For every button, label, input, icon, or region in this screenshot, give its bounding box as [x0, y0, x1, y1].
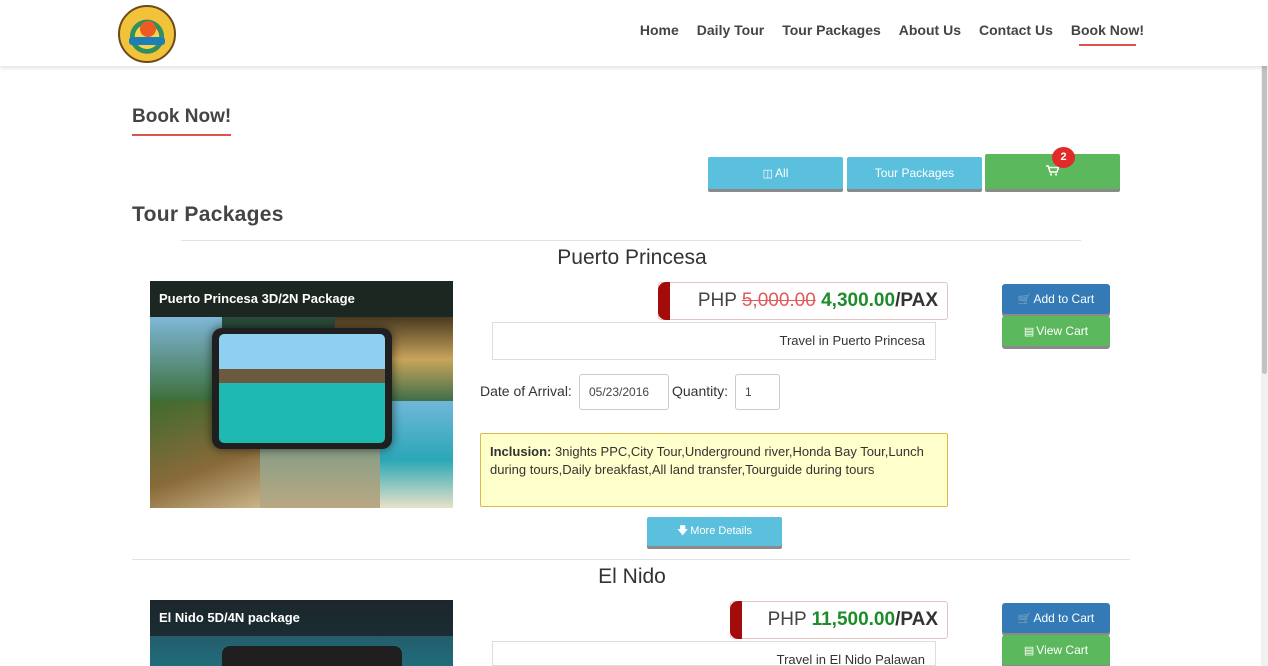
bar-chart-icon: ▤ — [1023, 645, 1035, 657]
quantity-label: Quantity: — [672, 383, 729, 399]
nav-daily-tour[interactable]: Daily Tour — [697, 22, 764, 44]
cart-icon: 🛒 — [1017, 294, 1032, 306]
top-navbar: Home Daily Tour Tour Packages About Us C… — [0, 0, 1268, 66]
arrow-down-icon: 🡇 — [676, 525, 689, 537]
price-unit: /PAX — [895, 290, 938, 311]
package-photo[interactable]: El Nido 5D/4N package — [150, 600, 453, 666]
nav-about-us[interactable]: About Us — [899, 22, 961, 44]
section-title: Tour Packages — [132, 203, 284, 226]
page-title: Book Now! — [132, 106, 232, 136]
inclusion-text: 3nights PPC,City Tour,Underground river,… — [490, 444, 924, 477]
view-cart-label: View Cart — [1036, 324, 1089, 338]
price-currency: PHP — [767, 609, 807, 630]
filter-tour-packages-button[interactable]: Tour Packages — [847, 157, 982, 189]
add-to-cart-button[interactable]: 🛒 Add to Cart — [1002, 603, 1110, 633]
price-text: PHP 11,500.00/PAX — [768, 609, 938, 631]
bar-chart-icon: ▤ — [1023, 326, 1035, 338]
inclusion-label: Inclusion: — [490, 444, 552, 459]
logo-sea-shape — [129, 37, 165, 45]
travel-location: Travel in Puerto Princesa — [492, 322, 936, 360]
add-to-cart-label: Add to Cart — [1033, 292, 1095, 306]
columns-icon: ◫ — [762, 168, 774, 180]
cart-icon: 🛒 — [1017, 613, 1032, 625]
more-details-label: More Details — [690, 525, 753, 537]
nav-home[interactable]: Home — [640, 22, 679, 44]
price-discounted: 11,500.00 — [811, 609, 896, 630]
package-photo[interactable]: Puerto Princesa 3D/2N Package — [150, 281, 453, 508]
cart-count-badge: 2 — [1052, 147, 1075, 168]
nav-book-now[interactable]: Book Now! — [1071, 22, 1144, 46]
date-of-arrival-label: Date of Arrival: — [480, 383, 572, 399]
price-box: PHP 5,000.00 4,300.00/PAX — [658, 282, 948, 320]
travel-location: Travel in El Nido Palawan — [492, 641, 936, 666]
package-photo-label: El Nido 5D/4N package — [150, 600, 453, 636]
package-place-title: El Nido — [598, 565, 666, 588]
price-currency: PHP — [697, 290, 737, 311]
price-original: 5,000.00 — [741, 290, 816, 311]
site-logo[interactable] — [118, 5, 176, 63]
package-place-title: Puerto Princesa — [557, 246, 707, 269]
vertical-scrollbar[interactable] — [1261, 0, 1268, 666]
filter-all-button[interactable]: ◫ All — [708, 157, 843, 189]
inclusion-box: Inclusion: 3nights PPC,City Tour,Undergr… — [480, 433, 948, 507]
price-tab — [730, 601, 742, 639]
add-to-cart-button[interactable]: 🛒 Add to Cart — [1002, 284, 1110, 314]
logo-sun-shape — [140, 21, 156, 37]
view-cart-label: View Cart — [1036, 643, 1089, 657]
date-of-arrival-input[interactable] — [579, 374, 669, 410]
section-divider — [181, 240, 1081, 241]
add-to-cart-label: Add to Cart — [1033, 611, 1095, 625]
main-nav: Home Daily Tour Tour Packages About Us C… — [640, 22, 1144, 46]
package-divider — [132, 559, 1130, 560]
filter-tour-packages-label: Tour Packages — [874, 166, 955, 180]
view-cart-button[interactable]: ▤ View Cart — [1002, 316, 1110, 346]
nav-tour-packages[interactable]: Tour Packages — [782, 22, 881, 44]
photo-center-frame — [222, 646, 402, 666]
scrollbar-thumb[interactable] — [1262, 24, 1267, 374]
quantity-input[interactable] — [735, 374, 780, 410]
price-box: PHP 11,500.00/PAX — [730, 601, 948, 639]
more-details-button[interactable]: 🡇 More Details — [647, 517, 782, 546]
price-tab — [658, 282, 670, 320]
package-photo-label: Puerto Princesa 3D/2N Package — [150, 281, 453, 317]
price-discounted: 4,300.00 — [821, 290, 896, 311]
price-unit: /PAX — [895, 609, 938, 630]
filter-all-label: All — [775, 166, 789, 180]
view-cart-button[interactable]: ▤ View Cart — [1002, 635, 1110, 665]
price-text: PHP 5,000.00 4,300.00/PAX — [698, 290, 938, 312]
nav-contact-us[interactable]: Contact Us — [979, 22, 1053, 44]
photo-center-frame — [212, 328, 392, 449]
